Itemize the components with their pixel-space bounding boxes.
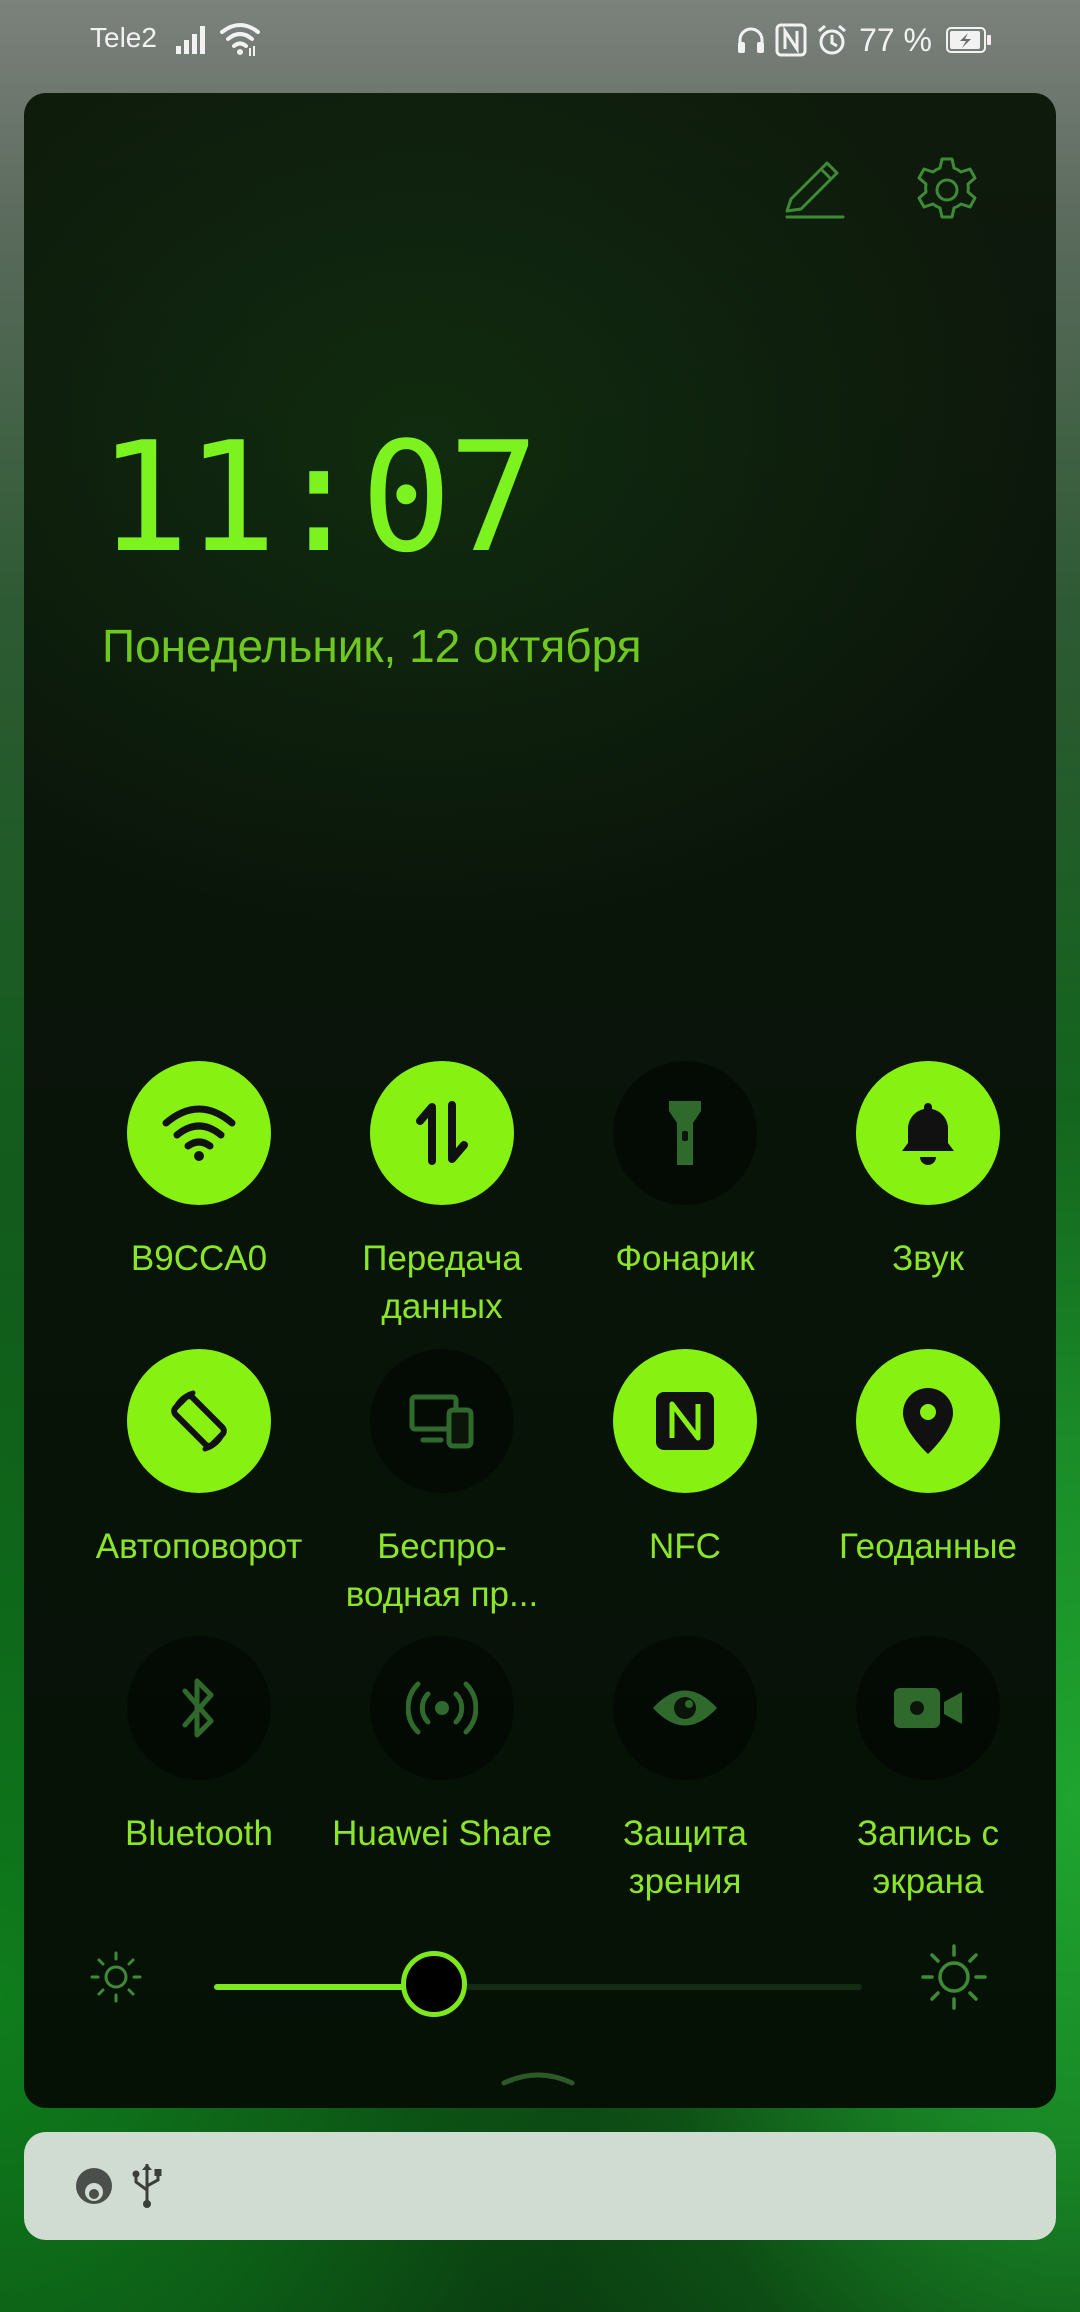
carrier-name: Tele2	[90, 22, 157, 53]
tile-label: NFC	[649, 1527, 721, 1566]
tile-label: Геоданные	[839, 1527, 1017, 1566]
eye-icon	[653, 1690, 717, 1726]
tile-huawei-share-button[interactable]	[370, 1636, 514, 1780]
brightness-slider[interactable]	[214, 1951, 862, 2017]
notification-bar[interactable]	[24, 2132, 1056, 2240]
tile-eye-comfort[interactable]: Защита зрения	[563, 1636, 807, 1906]
nfc-icon	[656, 1392, 714, 1450]
location-pin-icon	[903, 1388, 953, 1454]
panel-collapse-handle[interactable]	[500, 2065, 576, 2087]
tile-screen-record[interactable]: Запись с экрана	[806, 1636, 1050, 1906]
tile-wifi-button[interactable]	[127, 1061, 271, 1205]
tile-flashlight[interactable]: Фонарик	[563, 1061, 807, 1283]
tile-wireless-projection[interactable]: Беспро- водная пр...	[320, 1349, 564, 1619]
tile-label: B9CCA0	[130, 1239, 268, 1278]
tile-nfc[interactable]: NFC	[563, 1349, 807, 1571]
auto-rotate-icon	[171, 1390, 227, 1452]
status-bar: Tele2 77 %	[0, 0, 1080, 82]
quick-settings-panel: 11:07 Понедельник, 12 октября B9CCA0 Пер…	[24, 93, 1056, 2108]
signal-icon	[176, 26, 205, 54]
tile-flashlight-button[interactable]	[613, 1061, 757, 1205]
headphones-icon	[738, 27, 765, 53]
usb-icon	[132, 2164, 162, 2208]
mobile-data-icon	[416, 1101, 468, 1165]
tile-sound-button[interactable]	[856, 1061, 1000, 1205]
huawei-share-icon	[406, 1681, 478, 1735]
tile-location[interactable]: Геоданные	[806, 1349, 1050, 1571]
wireless-projection-icon	[409, 1394, 474, 1449]
tile-mobile-data[interactable]: Передача данных	[320, 1061, 564, 1331]
bluetooth-icon	[182, 1678, 214, 1738]
tile-auto-rotate-button[interactable]	[127, 1349, 271, 1493]
tile-eye-comfort-button[interactable]	[613, 1636, 757, 1780]
tile-bluetooth-button[interactable]	[127, 1636, 271, 1780]
app-status-icon	[76, 2168, 112, 2204]
wifi-icon	[162, 1105, 236, 1161]
alarm-icon	[818, 24, 847, 55]
tile-label: Звук	[892, 1239, 964, 1278]
tile-label: Фонарик	[615, 1239, 755, 1278]
tile-label: Запись с экрана	[856, 1814, 1000, 1901]
flashlight-icon	[669, 1101, 701, 1165]
nfc-icon	[775, 23, 807, 57]
tile-label: Автоповорот	[95, 1527, 303, 1566]
brightness-low-icon	[90, 1951, 142, 2003]
brightness-high-icon	[921, 1944, 987, 2010]
quick-tiles-grid: B9CCA0 Передача данных Фонарик Звук Авто…	[24, 93, 1056, 2108]
tile-label: Huawei Share	[332, 1814, 552, 1853]
tile-auto-rotate[interactable]: Автоповорот	[77, 1349, 321, 1571]
tile-wifi[interactable]: B9CCA0	[77, 1061, 321, 1283]
tile-wireless-projection-button[interactable]	[370, 1349, 514, 1493]
screen-record-icon	[894, 1688, 962, 1728]
bell-icon	[902, 1103, 954, 1165]
tile-screen-record-button[interactable]	[856, 1636, 1000, 1780]
battery-percent: 77 %	[859, 21, 932, 58]
tile-huawei-share[interactable]: Huawei Share	[320, 1636, 564, 1858]
tile-bluetooth[interactable]: Bluetooth	[77, 1636, 321, 1858]
tile-label: Беспро- водная пр...	[345, 1527, 539, 1614]
tile-label: Bluetooth	[125, 1814, 273, 1853]
battery-charging-icon	[946, 27, 991, 53]
tile-sound[interactable]: Звук	[806, 1061, 1050, 1283]
wifi-icon	[220, 23, 260, 56]
tile-label: Передача данных	[362, 1239, 522, 1326]
tile-mobile-data-button[interactable]	[370, 1061, 514, 1205]
tile-location-button[interactable]	[856, 1349, 1000, 1493]
brightness-slider-thumb[interactable]	[401, 1951, 468, 2017]
tile-nfc-button[interactable]	[613, 1349, 757, 1493]
tile-label: Защита зрения	[622, 1814, 748, 1901]
